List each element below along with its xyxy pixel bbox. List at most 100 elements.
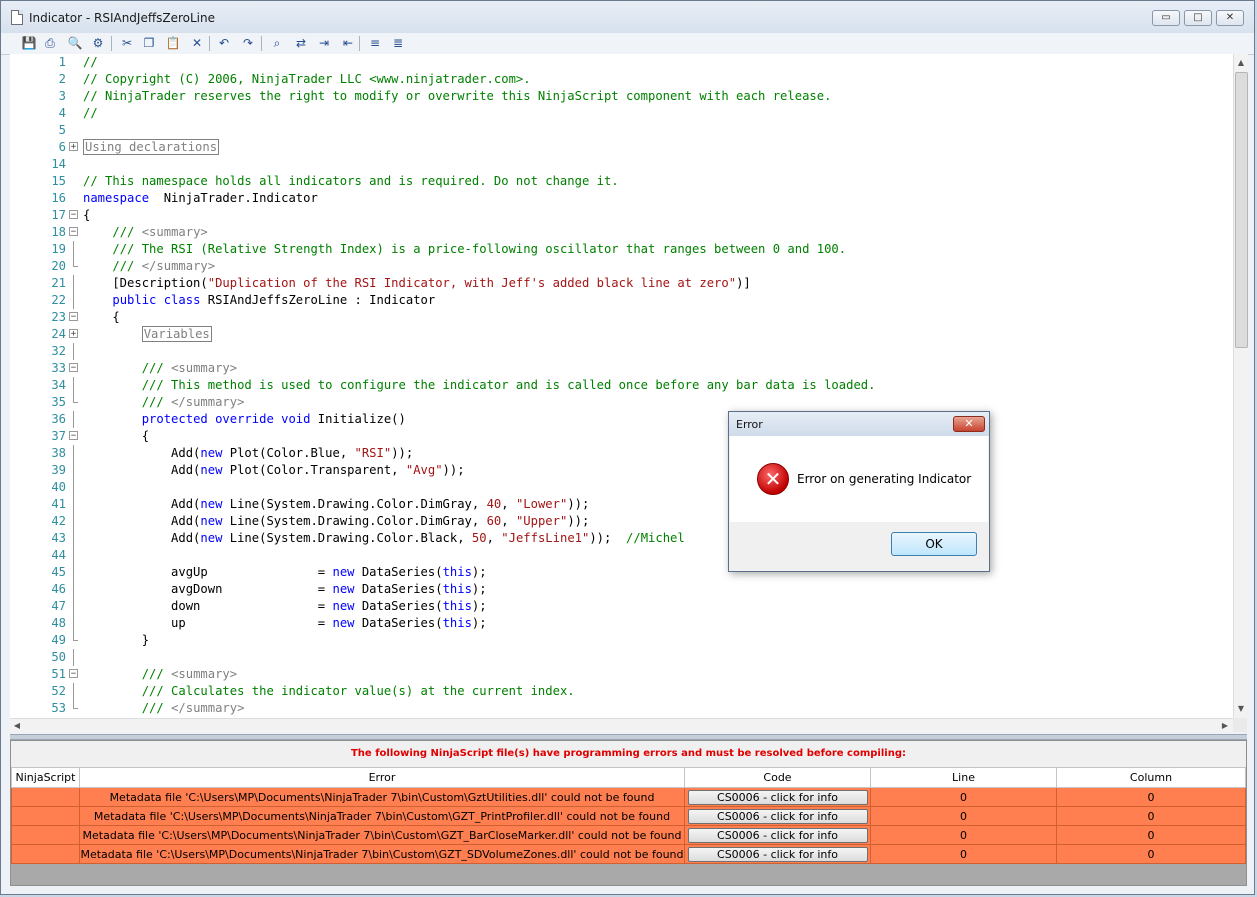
code-line[interactable]: 15 // This namespace holds all indicators… — [10, 173, 1230, 190]
code-line[interactable]: 2 // Copyright (C) 2006, NinjaTrader LLC … — [10, 71, 1230, 88]
code-line[interactable]: 49 } — [10, 632, 1230, 649]
column-header-line[interactable]: Line — [870, 767, 1057, 788]
error-row[interactable]: Metadata file 'C:\Users\MP\Documents\Nin… — [11, 806, 1246, 826]
undo-icon[interactable]: ↶ — [216, 35, 232, 51]
code-line[interactable]: 24 + Variables — [10, 326, 1230, 343]
collapse-icon[interactable]: − — [69, 210, 78, 220]
cut-icon[interactable]: ✂ — [119, 35, 135, 51]
error-line-cell: 0 — [870, 844, 1057, 864]
scroll-down-icon[interactable]: ▼ — [1234, 702, 1248, 716]
code-line[interactable]: 52 /// Calculates the indicator value(s)… — [10, 683, 1230, 700]
line-number: 6 — [58, 140, 66, 154]
redo-icon[interactable]: ↷ — [240, 35, 256, 51]
save-icon[interactable]: 💾 — [21, 35, 37, 51]
collapsed-region[interactable]: Variables — [141, 326, 212, 342]
code-token: new — [200, 531, 223, 545]
code-line[interactable]: 20 /// </summary> — [10, 258, 1230, 275]
ok-button[interactable]: OK — [891, 532, 977, 556]
code-token: </summary> — [141, 259, 216, 273]
code-line[interactable]: 18− /// <summary> — [10, 224, 1230, 241]
collapse-icon[interactable]: − — [69, 227, 78, 237]
find-icon[interactable]: ⌕ — [269, 35, 285, 51]
error-code-button[interactable]: CS0006 - click for info — [687, 808, 868, 824]
code-line[interactable]: 5 — [10, 122, 1230, 139]
error-code-button[interactable]: CS0006 - click for info — [687, 827, 868, 843]
expand-icon[interactable]: + — [69, 142, 78, 152]
code-line[interactable]: 43 Add(new Line(System.Drawing.Color.Bla… — [10, 530, 1230, 547]
code-line[interactable]: 50 — [10, 649, 1230, 666]
column-header-ninjascript[interactable]: NinjaScript — [11, 767, 80, 788]
code-line[interactable]: 42 Add(new Line(System.Drawing.Color.Dim… — [10, 513, 1230, 530]
code-line[interactable]: 33− /// <summary> — [10, 360, 1230, 377]
code-line[interactable]: 32 — [10, 343, 1230, 360]
error-code-button[interactable]: CS0006 - click for info — [687, 846, 868, 862]
indent-icon[interactable]: ⇥ — [316, 35, 332, 51]
scroll-left-icon[interactable]: ◀ — [10, 719, 24, 733]
code-line[interactable]: 51− /// <summary> — [10, 666, 1230, 683]
code-line[interactable]: 23− { — [10, 309, 1230, 326]
code-editor[interactable]: 1 // 2 // Copyright (C) 2006, NinjaTrader L… — [10, 54, 1245, 718]
error-row[interactable]: Metadata file 'C:\Users\MP\Documents\Nin… — [11, 844, 1246, 864]
find-replace-icon[interactable]: ⇄ — [293, 35, 309, 51]
code-line[interactable]: 22 public class RSIAndJeffsZeroLine : In… — [10, 292, 1230, 309]
close-button[interactable]: ✕ — [1216, 10, 1244, 26]
code-line[interactable]: 39 Add(new Plot(Color.Transparent, "Avg"… — [10, 462, 1230, 479]
scroll-thumb[interactable] — [1235, 72, 1248, 348]
collapse-icon[interactable]: − — [69, 363, 78, 373]
code-line[interactable]: 4 // — [10, 105, 1230, 122]
code-line[interactable]: 14 — [10, 156, 1230, 173]
code-line[interactable]: 1 // — [10, 54, 1230, 71]
code-line[interactable]: 38 Add(new Plot(Color.Blue, "RSI")); — [10, 445, 1230, 462]
collapsed-region[interactable]: Using declarations — [83, 139, 220, 155]
code-line[interactable]: 44 — [10, 547, 1230, 564]
collapse-icon[interactable]: − — [69, 312, 78, 322]
delete-icon[interactable]: ✕ — [189, 35, 205, 51]
code-line[interactable]: 34 /// This method is used to configure … — [10, 377, 1230, 394]
horizontal-scrollbar[interactable]: ◀ ▶ — [10, 718, 1233, 733]
code-line[interactable]: 19 /// The RSI (Relative Strength Index)… — [10, 241, 1230, 258]
code-line[interactable]: 41 Add(new Line(System.Drawing.Color.Dim… — [10, 496, 1230, 513]
dialog-close-button[interactable]: ✕ — [953, 416, 985, 432]
scroll-right-icon[interactable]: ▶ — [1218, 719, 1232, 733]
error-code-button[interactable]: CS0006 - click for info — [687, 789, 868, 805]
vertical-scrollbar[interactable]: ▲ ▼ — [1233, 54, 1248, 718]
line-number: 20 — [51, 259, 66, 273]
minimize-button[interactable]: ▭ — [1152, 10, 1180, 26]
expand-icon[interactable]: + — [69, 329, 78, 339]
page-setup-icon[interactable]: ⚙ — [90, 35, 106, 51]
column-header-code[interactable]: Code — [684, 767, 871, 788]
fold-guide — [73, 547, 74, 564]
print-preview-icon[interactable]: 🔍 — [67, 35, 83, 51]
maximize-button[interactable]: □ — [1184, 10, 1212, 26]
code-line[interactable]: 48 up = new DataSeries(this); — [10, 615, 1230, 632]
code-line[interactable]: 36 protected override void Initialize() — [10, 411, 1230, 428]
collapse-icon[interactable]: − — [69, 431, 78, 441]
column-header-error[interactable]: Error — [79, 767, 685, 788]
code-token: new — [200, 446, 223, 460]
code-line[interactable]: 35 /// </summary> — [10, 394, 1230, 411]
code-line[interactable]: 16 namespace NinjaTrader.Indicator — [10, 190, 1230, 207]
uncomment-icon[interactable]: ≣ — [390, 35, 406, 51]
outdent-icon[interactable]: ⇤ — [340, 35, 356, 51]
code-line[interactable]: 6 + Using declarations — [10, 139, 1230, 156]
error-row[interactable]: Metadata file 'C:\Users\MP\Documents\Nin… — [11, 787, 1246, 807]
code-line[interactable]: 40 — [10, 479, 1230, 496]
comment-icon[interactable]: ≡ — [367, 35, 383, 51]
error-row[interactable]: Metadata file 'C:\Users\MP\Documents\Nin… — [11, 825, 1246, 845]
code-line[interactable]: 21 [Description("Duplication of the RSI … — [10, 275, 1230, 292]
code-line[interactable]: 3 // NinjaTrader reserves the right to mo… — [10, 88, 1230, 105]
print-icon[interactable]: ⎙ — [42, 35, 58, 51]
code-line[interactable]: 46 avgDown = new DataSeries(this); — [10, 581, 1230, 598]
paste-icon[interactable]: 📋 — [165, 35, 181, 51]
code-line[interactable]: 37− { — [10, 428, 1230, 445]
error-column-cell: 0 — [1056, 825, 1246, 845]
scroll-up-icon[interactable]: ▲ — [1234, 56, 1248, 70]
code-line[interactable]: 45 avgUp = new DataSeries(this); — [10, 564, 1230, 581]
code-line[interactable]: 47 down = new DataSeries(this); — [10, 598, 1230, 615]
column-header-column[interactable]: Column — [1056, 767, 1246, 788]
code-line[interactable]: 53 /// </summary> — [10, 700, 1230, 717]
code-text: public class RSIAndJeffsZeroLine : Indic… — [83, 292, 435, 309]
collapse-icon[interactable]: − — [69, 669, 78, 679]
copy-icon[interactable]: ❐ — [141, 35, 157, 51]
code-line[interactable]: 17−{ — [10, 207, 1230, 224]
